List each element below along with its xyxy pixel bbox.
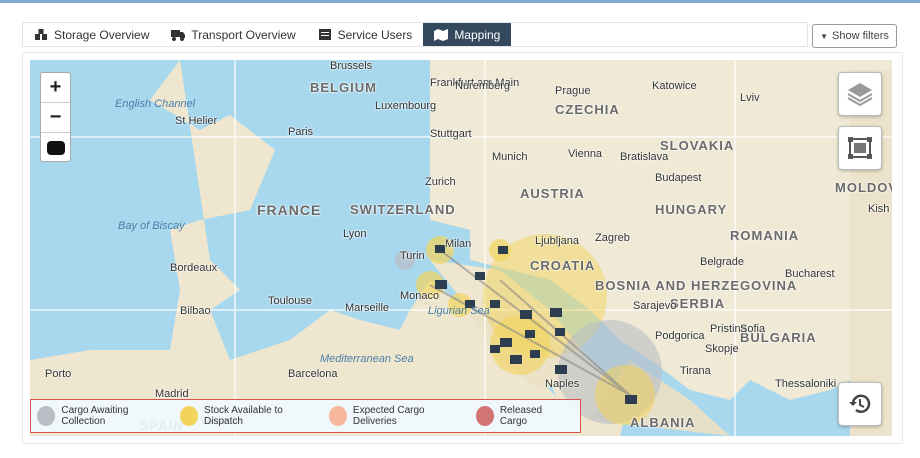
city-label: Katowice [652,80,697,92]
city-label: Tirana [680,365,711,377]
tab-label: Storage Overview [54,27,150,42]
legend-swatch [179,406,199,426]
show-filters-label: Show filters [832,30,889,42]
country-label: HUNGARY [655,202,728,217]
city-label: Stuttgart [430,128,472,140]
legend-swatch [37,406,56,426]
city-label: Bilbao [180,305,211,317]
show-filters-button[interactable]: ▼ Show filters [812,24,897,48]
warehouse-icon [35,28,47,40]
tab-label: Transport Overview [191,27,296,42]
city-label: Luxembourg [375,100,437,112]
country-label: MOLDOVA [835,180,892,195]
city-label: Sofia [740,323,766,335]
legend-item: Cargo Awaiting Collection [37,405,166,427]
legend-item: Released Cargo [475,405,566,427]
legend-swatch [475,406,494,426]
city-label: Monaco [400,290,440,302]
layers-button[interactable] [838,72,882,116]
city-label: Paris [288,126,314,138]
city-label: Zurich [425,176,456,188]
city-label: Munich [492,151,528,163]
city-label: Vienna [568,148,603,160]
fullscreen-icon [46,141,65,155]
city-label: Budapest [655,172,702,184]
zoom-out-button[interactable]: − [41,103,70,133]
city-label: Ljubljana [535,235,580,247]
city-label: Brussels [330,60,373,72]
country-label: SWITZERLAND [350,202,456,217]
country-label: ALBANIA [630,415,696,430]
city-label: Lviv [740,92,760,104]
map-legend: Cargo Awaiting Collection Stock Availabl… [30,399,581,433]
city-label: Naples [545,378,580,390]
sea-label: Mediterranean Sea [320,353,414,365]
city-label: Zagreb [595,232,630,244]
city-label: Prague [555,85,591,97]
city-label: Porto [45,368,72,380]
country-label: AUSTRIA [520,186,585,201]
city-label: Belgrade [700,256,745,268]
tab-mapping[interactable]: Mapping [423,23,512,46]
city-label: Nuremberg [455,80,511,92]
country-label: CZECHIA [555,102,620,117]
history-button[interactable] [838,382,882,426]
city-label: Bratislava [620,151,669,163]
legend-label: Released Cargo [499,405,543,427]
tab-bar: Storage Overview Transport Overview Serv… [22,22,808,47]
tab-label: Mapping [454,27,501,42]
zoom-in-button[interactable]: + [41,73,70,103]
legend-item: Stock Available to Dispatch [179,405,315,427]
city-label: St Helier [175,115,218,127]
country-label: SERBIA [670,296,726,311]
city-label: Bucharest [785,268,835,280]
basemap-button[interactable] [838,126,882,170]
country-label: SLOVAKIA [660,138,735,153]
country-label: FRANCE [257,202,322,218]
legend-label: Cargo Awaiting Collection [61,405,129,427]
tab-service-users[interactable]: Service Users [307,23,424,46]
city-label: Thessaloniki [775,378,837,390]
filter-icon: ▼ [820,31,829,41]
city-label: Skopje [705,343,739,355]
city-label: Lyon [343,228,367,240]
tab-storage-overview[interactable]: Storage Overview [23,23,160,46]
legend-label: Stock Available to Dispatch [204,405,283,427]
city-label: Podgorica [655,330,705,342]
legend-item: Expected Cargo Deliveries [328,405,462,427]
tab-label: Service Users [337,27,413,42]
country-label: BOSNIA AND HERZEGOVINA [595,278,798,293]
fullscreen-button[interactable] [41,133,70,163]
legend-swatch [328,406,347,426]
country-label: BELGIUM [310,80,377,95]
list-icon [318,28,331,40]
tab-transport-overview[interactable]: Transport Overview [160,23,306,46]
top-bar [0,0,920,3]
truck-icon [171,29,186,41]
history-icon [849,394,871,413]
zoom-control: + − [40,72,71,162]
basemap-icon [848,137,872,159]
legend-label: Expected Cargo Deliveries [352,405,425,427]
city-label: Marseille [345,302,390,314]
sea-label: Ligurian Sea [428,305,490,317]
city-label: Toulouse [268,295,313,307]
country-label: ROMANIA [730,228,800,243]
layers-icon [847,83,873,107]
country-label: CROATIA [530,258,596,273]
sea-label: English Channel [115,98,196,110]
city-label: Barcelona [288,368,338,380]
sea-label: Bay of Biscay [118,220,185,232]
map[interactable]: FRANCE SWITZERLAND AUSTRIA CZECHIA HUNGARY RO… [30,60,892,436]
map-icon [434,28,449,41]
city-label: Turin [400,250,425,262]
city-label: Sarajevo [633,300,677,312]
city-label: Kish [868,203,890,215]
city-label: Bordeaux [170,262,218,274]
city-label: Milan [445,238,472,250]
